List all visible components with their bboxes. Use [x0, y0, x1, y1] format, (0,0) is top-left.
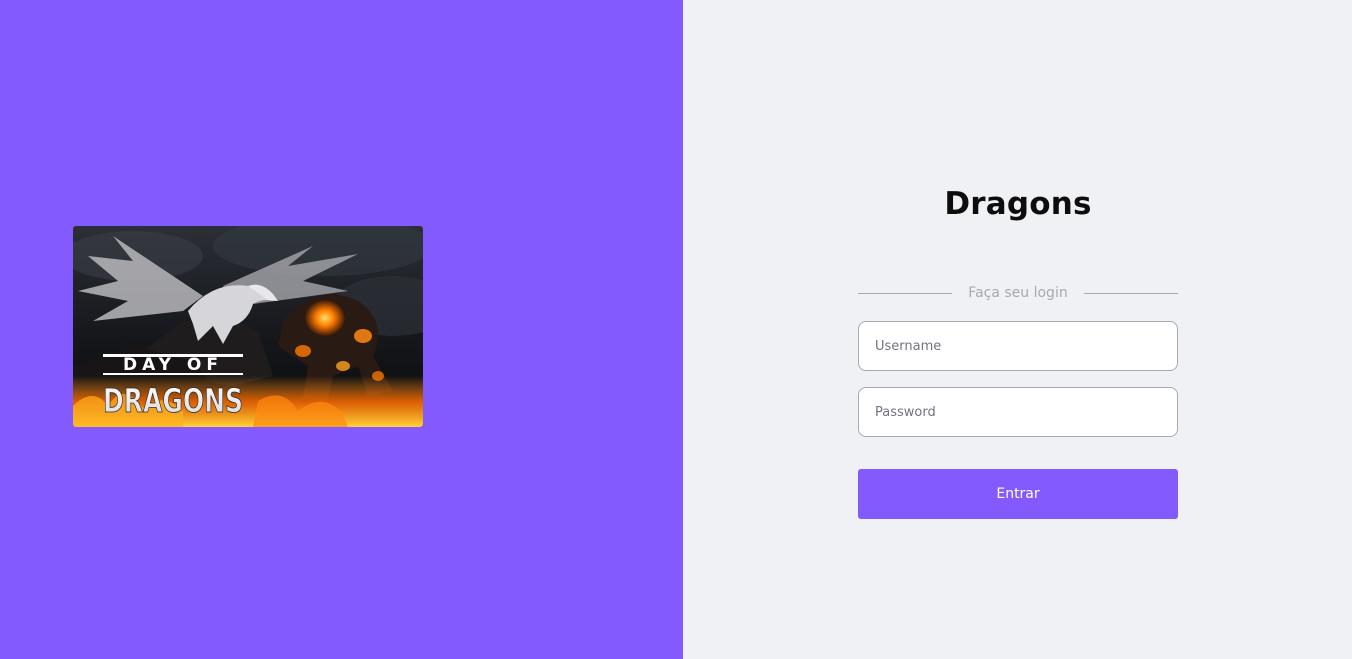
username-input[interactable] — [858, 321, 1178, 371]
login-page: DAY OF DRAGONS Dragons Faça seu login En… — [0, 0, 1352, 659]
day-of-dragons-banner: DAY OF DRAGONS — [73, 226, 423, 427]
separator-label: Faça seu login — [968, 285, 1068, 301]
banner-line-1: DAY OF — [123, 355, 223, 375]
separator-line-left — [858, 292, 953, 294]
banner-line-2: DRAGONS — [103, 381, 243, 420]
login-panel: Dragons Faça seu login Entrar — [683, 0, 1352, 659]
password-input[interactable] — [858, 387, 1178, 437]
app-title: Dragons — [944, 186, 1092, 222]
login-form: Dragons Faça seu login Entrar — [858, 180, 1179, 519]
separator-line-right — [1083, 292, 1179, 294]
login-button[interactable]: Entrar — [858, 469, 1178, 519]
banner-rule-bottom — [103, 373, 243, 375]
illustration-panel: DAY OF DRAGONS — [0, 0, 683, 659]
login-separator: Faça seu login — [858, 278, 1179, 308]
